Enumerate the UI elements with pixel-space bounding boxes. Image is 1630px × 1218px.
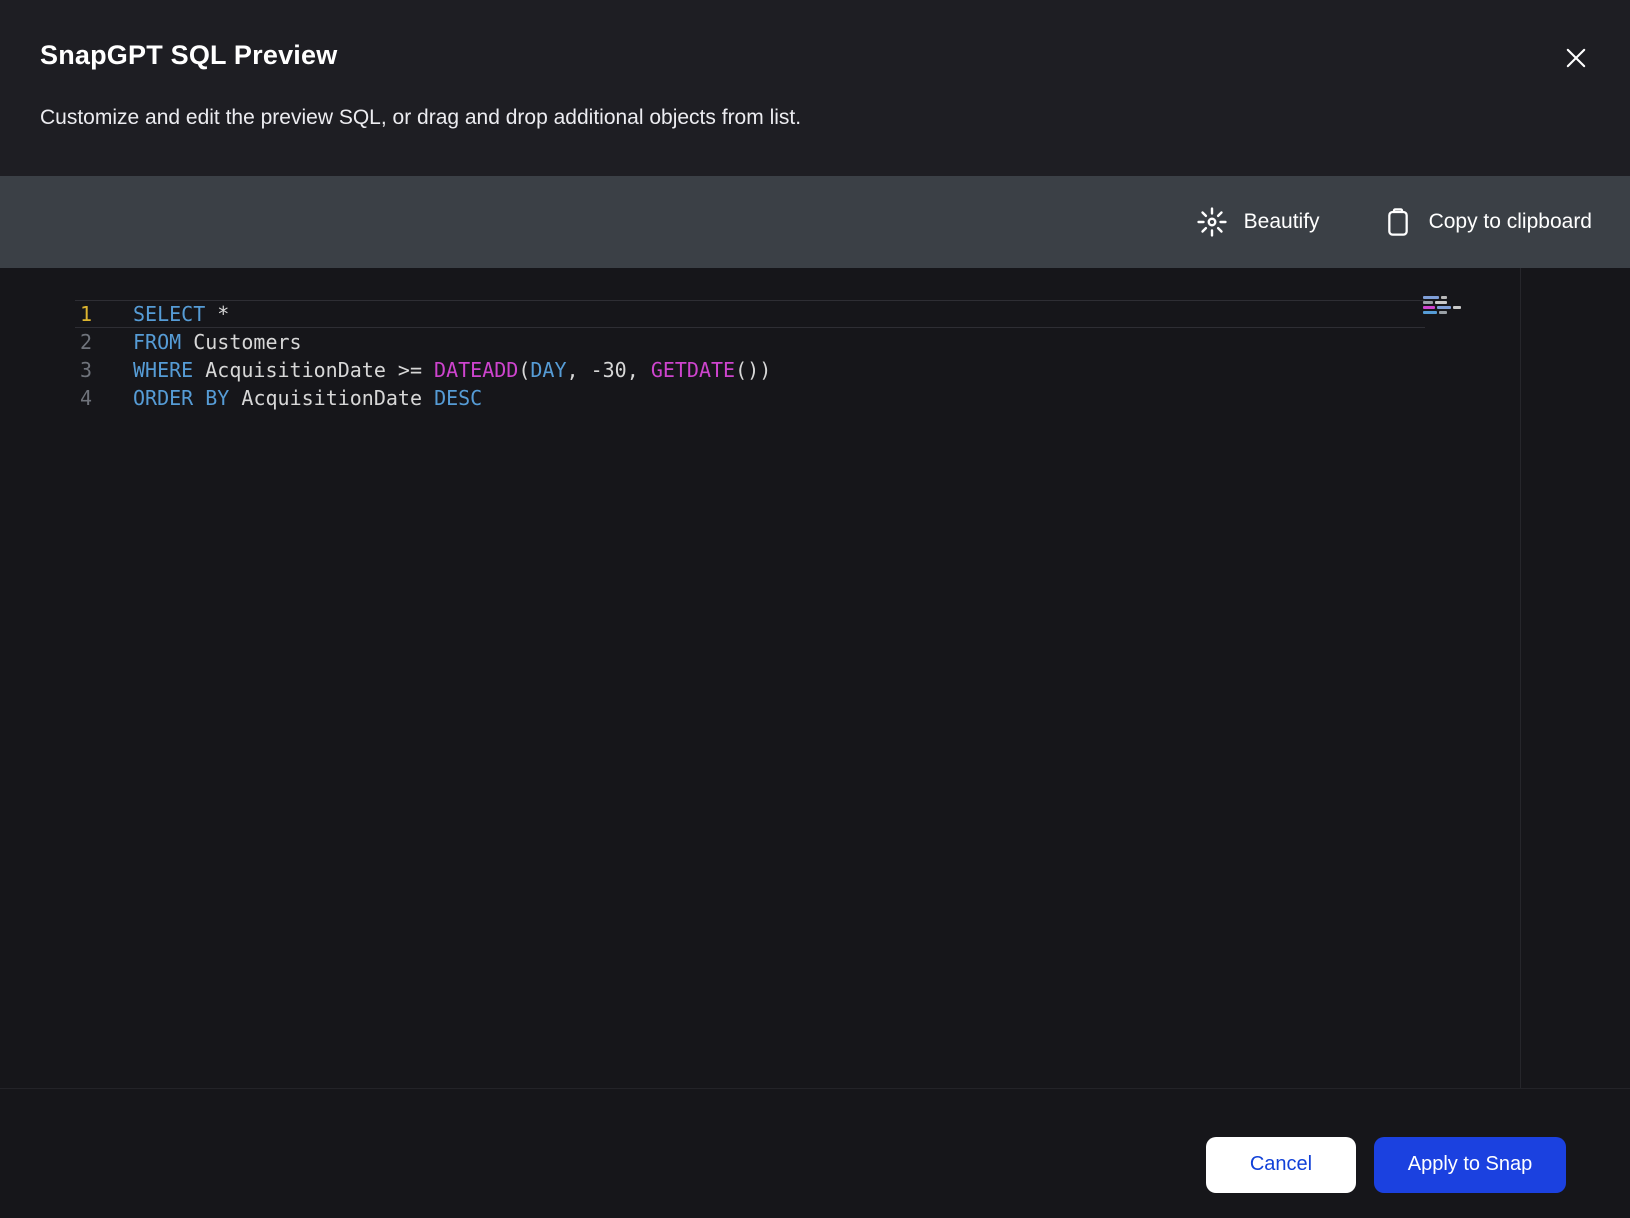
line-number: 2 bbox=[0, 330, 92, 354]
beautify-sparkle-icon bbox=[1195, 205, 1229, 239]
page-title: SnapGPT SQL Preview bbox=[40, 40, 337, 71]
code-line[interactable]: 4 ORDER BY AcquisitionDate DESC bbox=[0, 384, 1630, 412]
line-number: 3 bbox=[0, 358, 92, 382]
clipboard-icon bbox=[1382, 206, 1414, 238]
close-button[interactable] bbox=[1558, 40, 1594, 76]
code-text: ORDER BY AcquisitionDate DESC bbox=[133, 386, 482, 410]
cancel-button[interactable]: Cancel bbox=[1206, 1137, 1356, 1193]
line-number: 4 bbox=[0, 386, 92, 410]
copy-to-clipboard-button[interactable]: Copy to clipboard bbox=[1382, 206, 1592, 238]
code-line[interactable]: 3 WHERE AcquisitionDate >= DATEADD(DAY, -… bbox=[0, 356, 1630, 384]
beautify-label: Beautify bbox=[1244, 210, 1320, 234]
editor-toolbar: Beautify Copy to clipboard bbox=[0, 176, 1630, 268]
code-line[interactable]: 1 SELECT * bbox=[0, 300, 1630, 328]
sql-code-editor[interactable]: 1 SELECT * 2 FROM Customers 3 WHERE Acquisiti… bbox=[0, 268, 1630, 1088]
minimap[interactable] bbox=[1423, 296, 1477, 316]
editor-ruler bbox=[1520, 268, 1521, 1088]
code-text: WHERE AcquisitionDate >= DATEADD(DAY, -3… bbox=[133, 358, 771, 382]
code-text: SELECT * bbox=[133, 302, 229, 326]
copy-to-clipboard-label: Copy to clipboard bbox=[1429, 210, 1592, 234]
page-subtitle: Customize and edit the preview SQL, or d… bbox=[40, 106, 801, 130]
close-icon bbox=[1562, 44, 1590, 72]
code-line[interactable]: 2 FROM Customers bbox=[0, 328, 1630, 356]
modal-header: SnapGPT SQL Preview Customize and edit t… bbox=[0, 0, 1630, 176]
beautify-button[interactable]: Beautify bbox=[1195, 205, 1320, 239]
code-lines: 1 SELECT * 2 FROM Customers 3 WHERE Acquisiti… bbox=[0, 300, 1630, 412]
code-text: FROM Customers bbox=[133, 330, 302, 354]
line-number: 1 bbox=[0, 302, 92, 326]
apply-to-snap-button[interactable]: Apply to Snap bbox=[1374, 1137, 1566, 1193]
modal-footer: Cancel Apply to Snap bbox=[0, 1088, 1630, 1218]
